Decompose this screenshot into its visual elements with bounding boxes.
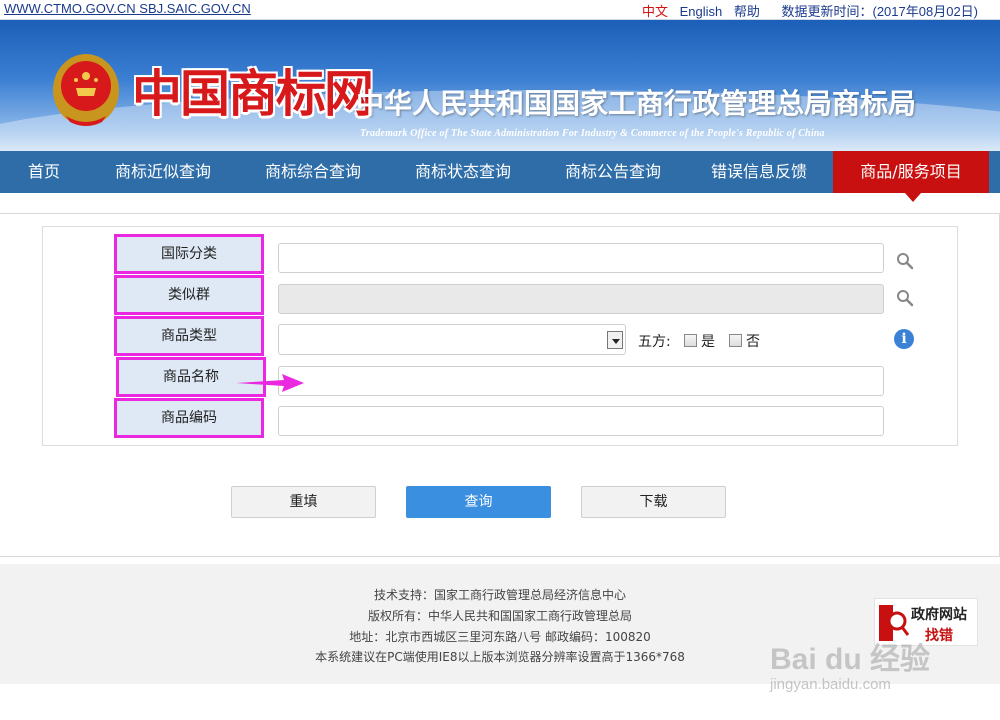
lang-en-link[interactable]: English <box>680 4 723 19</box>
top-bar: WWW.CTMO.GOV.CN SBJ.SAIC.GOV.CN 中文 Engli… <box>0 0 1000 20</box>
gov-badge-line1: 政府网站 <box>911 607 967 623</box>
goods-type-select[interactable] <box>278 324 626 355</box>
goods-type-label: 商品类型 <box>114 316 264 356</box>
main-nav: 首页 商标近似查询 商标综合查询 商标状态查询 商标公告查询 错误信息反馈 商品… <box>0 151 1000 193</box>
baidu-watermark: Bai du 经验 <box>770 643 931 676</box>
site-logo[interactable]: 中国商标网 <box>132 54 374 126</box>
lang-cn-link[interactable]: 中文 <box>642 4 668 19</box>
info-icon[interactable]: i <box>894 329 914 349</box>
chevron-down-icon[interactable] <box>607 331 623 349</box>
help-link[interactable]: 帮助 <box>734 4 760 19</box>
wufang-no-label: 否 <box>746 334 760 350</box>
org-name-en: Trademark Office of The State Administra… <box>360 128 825 139</box>
similar-group-search-icon[interactable] <box>896 289 914 307</box>
nav-item-status-search[interactable]: 商标状态查询 <box>388 151 538 193</box>
download-button[interactable]: 下载 <box>581 486 726 518</box>
goods-code-input[interactable] <box>278 406 884 436</box>
top-links: 中文 English 帮助 数据更新时间：(2017年08月02日) <box>634 1 978 20</box>
page: WWW.CTMO.GOV.CN SBJ.SAIC.GOV.CN 中文 Engli… <box>0 0 1000 720</box>
wufang-no-checkbox[interactable] <box>729 334 742 347</box>
org-name-cn: 中华人民共和国国家工商行政管理总局商标局 <box>356 87 917 120</box>
similar-group-label: 类似群 <box>114 275 264 315</box>
footer-copyright: 版权所有：中华人民共和国国家工商行政管理总局 <box>367 609 632 623</box>
nav-item-error-feedback[interactable]: 错误信息反馈 <box>688 151 830 193</box>
nav-item-announcement-search[interactable]: 商标公告查询 <box>538 151 688 193</box>
nav-item-comprehensive-search[interactable]: 商标综合查询 <box>238 151 388 193</box>
similar-group-input <box>278 284 884 314</box>
national-emblem-icon <box>53 54 119 126</box>
header-banner: 中国商标网 中华人民共和国国家工商行政管理总局商标局 Trademark Off… <box>0 20 1000 151</box>
nav-item-goods-services[interactable]: 商品/服务项目 <box>833 151 989 193</box>
intl-class-label: 国际分类 <box>114 234 264 274</box>
goods-code-label: 商品编码 <box>114 398 264 438</box>
intl-class-search-icon[interactable] <box>896 252 914 270</box>
footer-support: 技术支持：国家工商行政管理总局经济信息中心 <box>373 588 626 602</box>
wufang-yes-checkbox[interactable] <box>684 334 697 347</box>
intl-class-input[interactable] <box>278 243 884 273</box>
baidu-watermark-url: jingyan.baidu.com <box>770 676 891 693</box>
nav-item-home[interactable]: 首页 <box>0 151 88 193</box>
pointer-arrow-icon <box>236 374 304 392</box>
wufang-yes-label: 是 <box>701 334 715 350</box>
active-nav-caret <box>905 193 921 202</box>
site-urls-link[interactable]: WWW.CTMO.GOV.CN SBJ.SAIC.GOV.CN <box>4 1 251 16</box>
update-time: 数据更新时间：(2017年08月02日) <box>781 4 979 19</box>
query-button[interactable]: 查询 <box>406 486 551 518</box>
reset-button[interactable]: 重填 <box>231 486 376 518</box>
goods-name-input[interactable] <box>278 366 884 396</box>
nav-item-similar-search[interactable]: 商标近似查询 <box>88 151 238 193</box>
wufang-label: 五方: <box>638 334 671 350</box>
